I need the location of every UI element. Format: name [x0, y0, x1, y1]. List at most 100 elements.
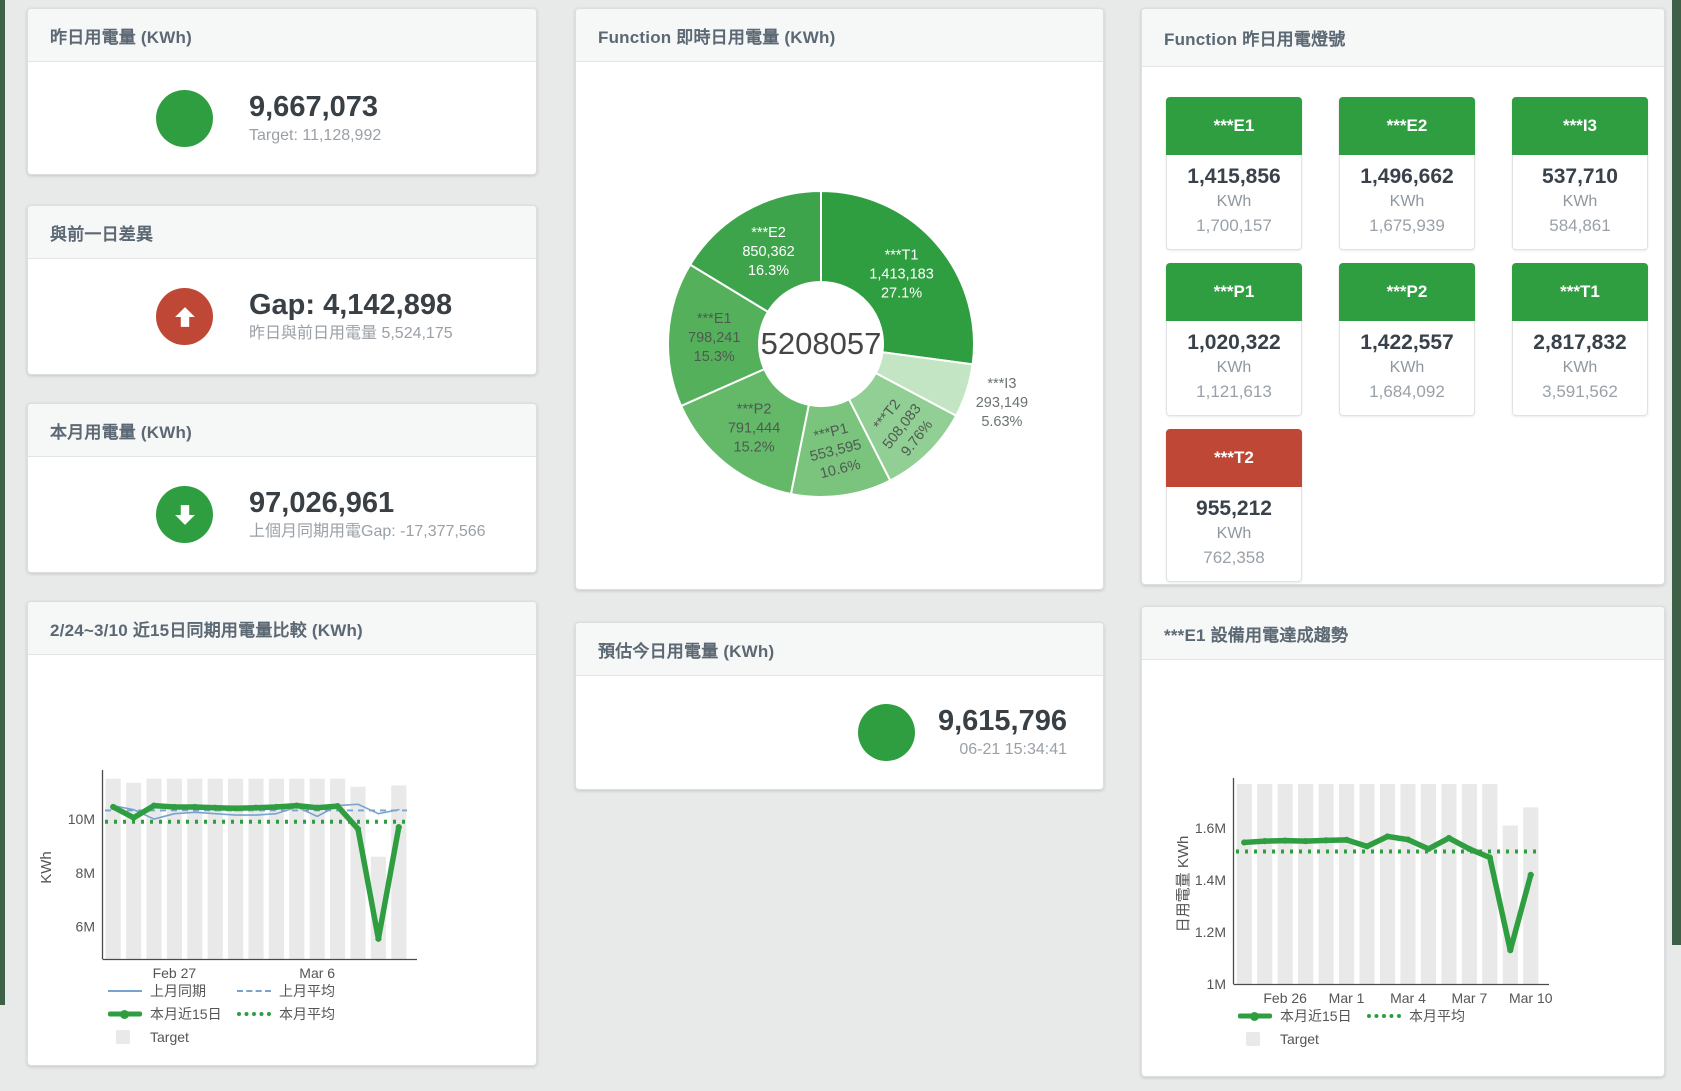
green-circle-down-arrow-icon: [156, 486, 213, 543]
axis-tick-label: ***E1: [697, 311, 732, 327]
legend-item-上月同期[interactable]: 上月同期: [108, 981, 237, 1001]
stat-value: 9,615,796: [938, 704, 1067, 738]
stat-row: 97,026,961 上個月同期用電Gap: -17,377,566: [28, 457, 536, 572]
data-point: [151, 803, 157, 809]
axis-tick-label: 16.3%: [748, 263, 789, 279]
lamp-tile-unit: KWh: [1167, 356, 1301, 379]
lamp-tile-unit: KWh: [1340, 356, 1474, 379]
legend-marker: [1238, 1009, 1272, 1023]
panel-estimate: 預估今日用電量 (KWh) 9,615,796 06-21 15:34:41: [575, 622, 1104, 790]
lamp-tile-unit: KWh: [1513, 356, 1647, 379]
lamp-tile-body: 1,496,662KWh1,675,939: [1339, 155, 1475, 250]
data-point: [1343, 837, 1349, 843]
axis-tick-label: 791,444: [728, 420, 780, 436]
stat-value: 97,026,961: [249, 486, 486, 520]
lamp-tile-value: 1,496,662: [1340, 163, 1474, 190]
target-bar: [1462, 784, 1477, 984]
panel-e1-trend: ***E1 設備用電達成趨勢 1M1.2M1.4M1.6MFeb 26Mar 1…: [1141, 606, 1665, 1077]
lamp-tile-***E2[interactable]: ***E21,496,662KWh1,675,939: [1339, 97, 1475, 250]
target-bar: [1278, 784, 1293, 984]
axis-tick-label: 6M: [76, 919, 95, 935]
legend-marker: [1367, 1009, 1401, 1023]
data-point: [1323, 837, 1329, 843]
target-bar: [1400, 784, 1415, 984]
lamp-tile-ref: 1,675,939: [1340, 213, 1474, 238]
axis-tick-label: 1.2M: [1195, 924, 1226, 940]
axis-tick-label: 15.3%: [694, 349, 735, 365]
axis-tick-label: 1M: [1207, 976, 1226, 992]
data-point: [1303, 838, 1309, 844]
data-point: [335, 803, 341, 809]
legend-item-Target[interactable]: Target: [108, 1029, 237, 1045]
data-point: [1384, 833, 1390, 839]
lamp-tile-grid: ***E11,415,856KWh1,700,157***E21,496,662…: [1166, 97, 1648, 582]
data-point: [110, 804, 116, 810]
axis-tick-label: 8M: [76, 865, 95, 881]
data-point: [1282, 838, 1288, 844]
legend-label: 本月近15日: [150, 1004, 222, 1024]
legend-marker: [237, 984, 271, 998]
data-point: [131, 815, 137, 821]
lamp-tile-***E1[interactable]: ***E11,415,856KWh1,700,157: [1166, 97, 1302, 250]
target-bar: [1298, 784, 1313, 984]
green-status-circle-icon: [156, 90, 213, 147]
lamp-tile-ref: 1,684,092: [1340, 379, 1474, 404]
red-circle-up-arrow-icon: [156, 288, 213, 345]
data-point: [294, 803, 300, 809]
panel-realtime-donut: Function 即時日用電量 (KWh) ***T11,413,18327.1…: [575, 8, 1104, 590]
data-point: [1507, 947, 1513, 953]
axis-tick-label: Mar 4: [1390, 990, 1426, 1006]
lamp-tile-body: 537,710KWh584,861: [1512, 155, 1648, 250]
legend-item-本月平均[interactable]: 本月平均: [1367, 1006, 1496, 1026]
stat-row: 9,667,073 Target: 11,128,992: [28, 62, 536, 174]
data-point: [1405, 836, 1411, 842]
data-point: [1446, 835, 1452, 841]
stat-value: 9,667,073: [249, 90, 381, 124]
lamp-tile-body: 1,422,557KWh1,684,092: [1339, 321, 1475, 416]
lamp-tile-***P1[interactable]: ***P1 1,020,322KWh1,121,613: [1166, 263, 1302, 416]
axis-tick-label: ***T1: [885, 248, 919, 264]
lamp-tile-value: 955,212: [1167, 495, 1301, 522]
lamp-tile-header: ***E2: [1339, 97, 1475, 155]
legend: 本月近15日 本月平均 Target: [1238, 1005, 1496, 1051]
data-point: [273, 804, 279, 810]
data-point: [1528, 872, 1534, 878]
axis-tick-label: ***I3: [987, 376, 1016, 392]
legend-label: Target: [150, 1029, 189, 1045]
panel-month-usage: 本月用電量 (KWh) 97,026,961 上個月同期用電Gap: -17,3…: [27, 403, 537, 573]
lamp-tile-ref: 1,121,613: [1167, 379, 1301, 404]
lamp-tile-***T2[interactable]: ***T2955,212KWh762,358: [1166, 429, 1302, 582]
panel-title: 與前一日差異: [50, 220, 153, 245]
legend-item-本月平均[interactable]: 本月平均: [237, 1004, 366, 1024]
axis-tick-label: 850,362: [742, 244, 794, 260]
lamp-tile-header: ***P1: [1166, 263, 1302, 321]
lamp-tile-***T1[interactable]: ***T12,817,832KWh3,591,562: [1512, 263, 1648, 416]
chart-y-label: KWh: [38, 851, 55, 884]
lamp-tile-value: 1,020,322: [1167, 329, 1301, 356]
stat-subtitle: 上個月同期用電Gap: -17,377,566: [249, 520, 486, 543]
lamp-tile-ref: 3,591,562: [1513, 379, 1647, 404]
legend-item-本月近15日[interactable]: 本月近15日: [108, 1004, 237, 1024]
donut-slice-label: ***I3293,1495.63%: [976, 376, 1028, 430]
legend-marker: [108, 1030, 142, 1044]
axis-tick-label: Mar 10: [1509, 990, 1553, 1006]
axis-tick-label: 1.4M: [1195, 872, 1226, 888]
legend-item-本月近15日[interactable]: 本月近15日: [1238, 1006, 1367, 1026]
lamp-tile-***I3[interactable]: ***I3537,710KWh584,861: [1512, 97, 1648, 250]
panel-title: 本月用電量 (KWh): [50, 418, 192, 443]
target-bar: [1257, 784, 1272, 984]
legend-label: 本月平均: [1409, 1006, 1465, 1026]
panel-header: 本月用電量 (KWh): [28, 404, 536, 457]
stat-subtitle: Target: 11,128,992: [249, 124, 381, 147]
data-point: [1425, 846, 1431, 852]
data-point: [1364, 843, 1370, 849]
lamp-tile-unit: KWh: [1513, 190, 1647, 213]
panel-day-diff: 與前一日差異 Gap: 4,142,898 昨日與前日用電量 5,524,175: [27, 205, 537, 375]
legend-item-上月平均[interactable]: 上月平均: [237, 981, 366, 1001]
data-point: [1262, 838, 1268, 844]
donut-chart[interactable]: ***T11,413,18327.1%***I3293,1495.63%***T…: [576, 9, 1104, 590]
legend-item-Target[interactable]: Target: [1238, 1031, 1367, 1047]
lamp-tile-ref: 584,861: [1513, 213, 1647, 238]
lamp-tile-***P2[interactable]: ***P21,422,557KWh1,684,092: [1339, 263, 1475, 416]
lamp-tile-unit: KWh: [1167, 522, 1301, 545]
